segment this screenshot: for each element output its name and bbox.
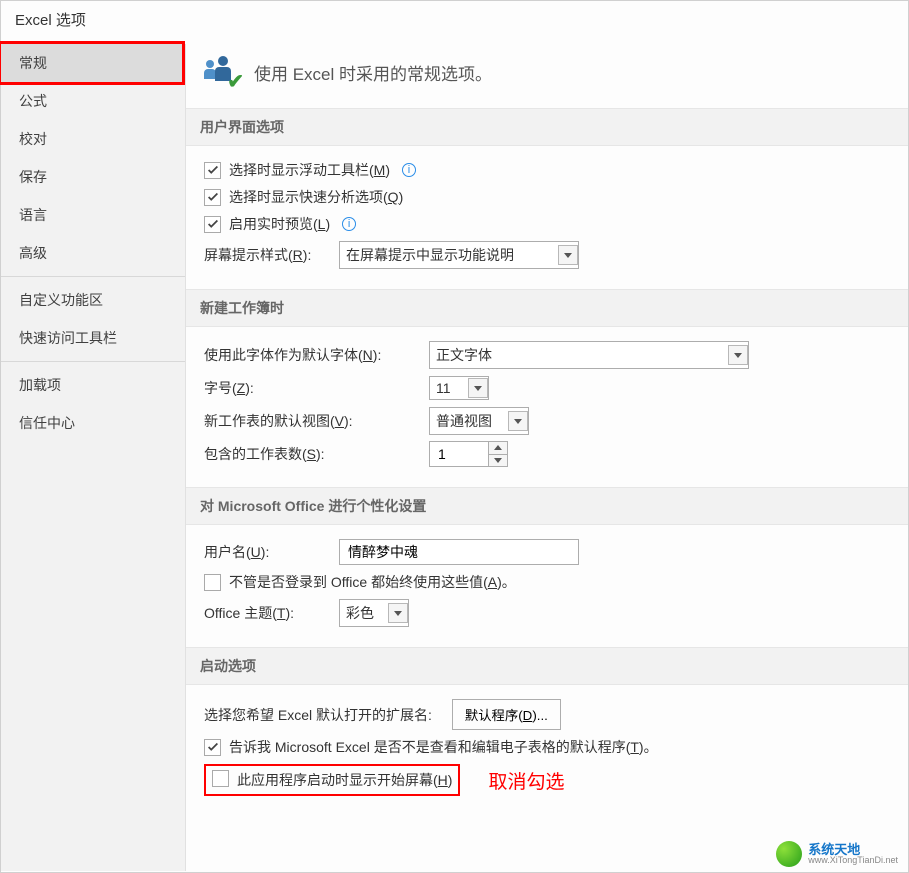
select-screen-tip[interactable]: 在屏幕提示中显示功能说明 [339,241,579,269]
chevron-down-icon [558,245,578,265]
sidebar-divider [1,276,185,277]
info-icon[interactable]: i [402,163,416,177]
annotation-outline: 此应用程序启动时显示开始屏幕(H) [204,764,460,796]
globe-icon [776,841,802,867]
label-screen-tip: 屏幕提示样式(R): [204,245,339,265]
select-default-font[interactable]: 正文字体 [429,341,749,369]
main-header: ✔ 使用 Excel 时采用的常规选项。 [186,44,908,108]
section-personalize-header: 对 Microsoft Office 进行个性化设置 [186,487,908,525]
chevron-down-icon [508,411,528,431]
section-ui-header: 用户界面选项 [186,108,908,146]
spinner-up-button[interactable] [489,442,507,455]
checkbox-mini-toolbar[interactable] [204,162,221,179]
section-startup-header: 启动选项 [186,647,908,685]
checkbox-quick-analysis[interactable] [204,189,221,206]
people-check-icon: ✔ [204,54,240,90]
label-font-size: 字号(Z): [204,378,429,398]
label-quick-analysis: 选择时显示快速分析选项(Q) [229,187,403,207]
default-programs-button[interactable]: 默认程序(D)... [452,699,561,730]
sidebar-item-general[interactable]: 常规 [1,44,182,82]
checkbox-tell-me-default[interactable] [204,739,221,756]
spinner-sheet-count[interactable] [429,441,508,467]
input-sheet-count[interactable] [429,441,489,467]
input-username[interactable] [339,539,579,565]
chevron-down-icon [728,345,748,365]
label-show-start-screen: 此应用程序启动时显示开始屏幕(H) [237,770,452,790]
info-icon[interactable]: i [342,217,356,231]
watermark-logo: 系统天地 www.XiTongTianDi.net [776,841,898,867]
excel-options-dialog: Excel 选项 常规 公式 校对 保存 语言 高级 自定义功能区 快速访问工具… [0,0,909,873]
main-header-title: 使用 Excel 时采用的常规选项。 [254,60,492,85]
spinner-down-button[interactable] [489,455,507,467]
annotation-text: 取消勾选 [488,767,564,794]
select-office-theme[interactable]: 彩色 [339,599,409,627]
sidebar-item-language[interactable]: 语言 [1,196,185,234]
sidebar-item-addins[interactable]: 加载项 [1,366,185,404]
label-mini-toolbar: 选择时显示浮动工具栏(M) [229,160,390,180]
sidebar-item-trust-center[interactable]: 信任中心 [1,404,185,442]
section-newbook-header: 新建工作簿时 [186,289,908,327]
chevron-down-icon [388,603,408,623]
label-tell-me-default: 告诉我 Microsoft Excel 是否不是查看和编辑电子表格的默认程序(T… [229,737,658,757]
label-sheet-count: 包含的工作表数(S): [204,444,429,464]
window-title: Excel 选项 [1,1,908,44]
select-default-view[interactable]: 普通视图 [429,407,529,435]
dialog-content: 常规 公式 校对 保存 语言 高级 自定义功能区 快速访问工具栏 加载项 信任中… [1,44,908,871]
sidebar-item-customize-ribbon[interactable]: 自定义功能区 [1,281,185,319]
sidebar-item-save[interactable]: 保存 [1,158,185,196]
watermark-text: 系统天地 www.XiTongTianDi.net [808,843,898,865]
label-username: 用户名(U): [204,542,339,562]
sidebar: 常规 公式 校对 保存 语言 高级 自定义功能区 快速访问工具栏 加载项 信任中… [1,44,186,871]
label-default-font: 使用此字体作为默认字体(N): [204,345,429,365]
label-live-preview: 启用实时预览(L) [229,214,330,234]
chevron-down-icon [468,378,488,398]
sidebar-item-proofing[interactable]: 校对 [1,120,185,158]
checkbox-live-preview[interactable] [204,216,221,233]
checkbox-show-start-screen[interactable] [212,770,229,787]
main-panel: ✔ 使用 Excel 时采用的常规选项。 用户界面选项 选择时显示浮动工具栏(M… [186,44,908,871]
sidebar-item-quick-access[interactable]: 快速访问工具栏 [1,319,185,357]
sidebar-item-formulas[interactable]: 公式 [1,82,185,120]
select-font-size[interactable]: 11 [429,376,489,400]
label-office-theme: Office 主题(T): [204,603,339,623]
sidebar-divider [1,361,185,362]
label-always-use-values: 不管是否登录到 Office 都始终使用这些值(A)。 [229,572,516,592]
checkbox-always-use-values[interactable] [204,574,221,591]
sidebar-item-advanced[interactable]: 高级 [1,234,185,272]
label-default-extensions: 选择您希望 Excel 默认打开的扩展名: [204,705,432,725]
label-default-view: 新工作表的默认视图(V): [204,411,429,431]
